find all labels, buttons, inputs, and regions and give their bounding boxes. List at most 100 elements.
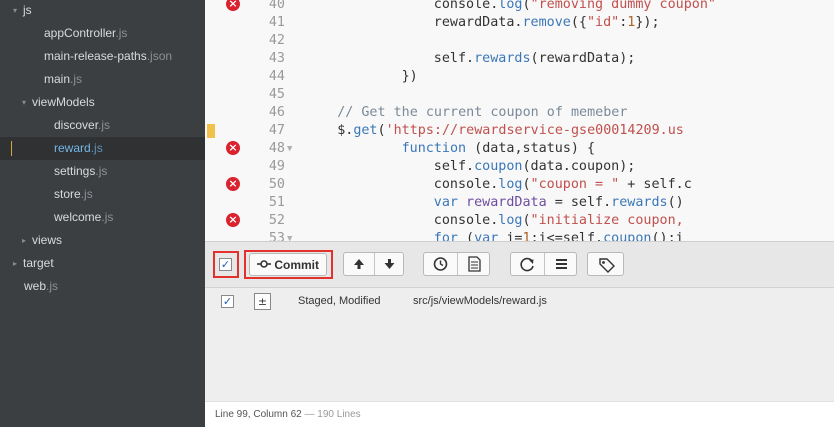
- code-line[interactable]: 41 rewardData.remove({"id":1});: [205, 14, 834, 32]
- code-token: remove: [522, 15, 571, 30]
- sidebar-item[interactable]: ▾ js: [0, 0, 205, 22]
- sidebar-item-label: main.js: [44, 68, 82, 91]
- sidebar-item[interactable]: discover.js: [0, 114, 205, 137]
- sidebar-item-label: viewModels: [32, 91, 95, 114]
- refresh-icon[interactable]: [511, 253, 544, 275]
- code-line[interactable]: × 50 console.log("coupon = " + self.c: [205, 176, 834, 194]
- sidebar-item[interactable]: main-release-paths.json: [0, 45, 205, 68]
- code-token: log: [498, 177, 523, 192]
- code-line[interactable]: 45: [205, 86, 834, 104]
- code-line[interactable]: 42: [205, 32, 834, 50]
- fold-toggle-icon[interactable]: ▼: [287, 140, 292, 158]
- error-icon[interactable]: ×: [226, 0, 240, 11]
- code-text: rewardData.remove({"id":1});: [434, 14, 660, 32]
- error-icon[interactable]: ×: [226, 141, 240, 155]
- code-token: });: [635, 15, 660, 30]
- code-line[interactable]: 53 ▼ for (var i=1;i<=self.coupon();i: [205, 230, 834, 241]
- git-file-row[interactable]: ✓ ± Staged, Modified src/js/viewModels/r…: [205, 288, 834, 315]
- sidebar-item-label: target: [23, 252, 54, 275]
- file-extension: .js: [70, 72, 83, 86]
- code-token: self.: [433, 159, 475, 174]
- file-staged-icon[interactable]: ±: [254, 293, 271, 310]
- sidebar-item-label: appController.js: [44, 22, 127, 45]
- history-group: [423, 252, 490, 276]
- commit-button[interactable]: Commit: [249, 253, 327, 276]
- select-all-checkbox[interactable]: ✓: [219, 258, 232, 271]
- code-line[interactable]: 43 self.rewards(rewardData);: [205, 50, 834, 68]
- sidebar-item[interactable]: settings.js: [0, 160, 205, 183]
- line-number: 50: [268, 177, 285, 192]
- file-extension: .js: [98, 118, 111, 132]
- line-number: 47: [268, 123, 285, 138]
- line-count: 190 Lines: [317, 409, 361, 420]
- line-number: 45: [268, 87, 285, 102]
- sidebar-item[interactable]: reward.js: [0, 137, 205, 160]
- chevron-right-icon[interactable]: ▸: [22, 229, 26, 252]
- line-number: 52: [268, 213, 285, 228]
- sidebar-item[interactable]: store.js: [0, 183, 205, 206]
- sidebar-item[interactable]: ▸ target: [0, 252, 205, 275]
- line-number: 42: [268, 33, 285, 48]
- push-pull-group: [343, 252, 404, 276]
- line-number: 49: [268, 159, 285, 174]
- code-line[interactable]: × 40 console.log("removing dummy coupon": [205, 0, 834, 14]
- fold-toggle-icon[interactable]: ▼: [287, 230, 292, 241]
- error-icon[interactable]: ×: [226, 213, 240, 227]
- sidebar-item[interactable]: web.js: [0, 275, 205, 298]
- file-name: appController: [44, 26, 116, 40]
- status-bar: Line 99, Column 62 — 190 Lines: [205, 401, 834, 428]
- line-number: 40: [268, 0, 285, 12]
- tag-button[interactable]: [587, 252, 624, 276]
- code-token: coupon: [474, 159, 523, 174]
- code-token: rewards: [611, 195, 668, 210]
- code-token: = self.: [546, 195, 612, 210]
- code-editor[interactable]: × 40 console.log("removing dummy coupon" 41…: [205, 0, 834, 241]
- file-name: welcome: [54, 210, 102, 224]
- arrow-down-icon[interactable]: [375, 253, 404, 275]
- line-number: 51: [268, 195, 285, 210]
- file-name: js: [23, 3, 32, 17]
- error-icon[interactable]: ×: [226, 177, 240, 191]
- line-number: 44: [268, 69, 285, 84]
- sidebar-item-label: js: [23, 0, 32, 22]
- git-toolbar: ✓ Commit: [205, 242, 834, 288]
- arrow-up-icon[interactable]: [344, 253, 374, 275]
- file-checkbox[interactable]: ✓: [221, 295, 234, 308]
- chevron-down-icon[interactable]: ▾: [13, 0, 17, 22]
- sidebar-item-label: web.js: [24, 275, 58, 298]
- file-diff-icon[interactable]: [458, 253, 491, 275]
- code-token: "removing dummy coupon": [530, 0, 716, 12]
- file-name: target: [23, 256, 54, 270]
- sidebar-item-label: store.js: [54, 183, 93, 206]
- sidebar-item[interactable]: welcome.js: [0, 206, 205, 229]
- code-token: (rewardData);: [530, 51, 636, 66]
- sidebar-item-label: reward.js: [54, 137, 103, 160]
- sidebar-item-label: discover.js: [54, 114, 110, 137]
- code-line[interactable]: 46 // Get the current coupon of memeber: [205, 104, 834, 122]
- code-token: log: [498, 213, 523, 228]
- code-token: i=: [498, 231, 523, 241]
- sidebar-item-label: welcome.js: [54, 206, 113, 229]
- commit-icon: [256, 254, 271, 276]
- chevron-down-icon[interactable]: ▾: [22, 91, 26, 114]
- line-number: 43: [268, 51, 285, 66]
- code-line[interactable]: 47 $.get('https://rewardservice-gse000142…: [205, 122, 834, 140]
- chevron-right-icon[interactable]: ▸: [13, 252, 17, 275]
- code-line[interactable]: 49 self.coupon(data.coupon);: [205, 158, 834, 176]
- code-token: (: [522, 213, 531, 228]
- sidebar-item[interactable]: ▾ viewModels: [0, 91, 205, 114]
- code-token: rewards: [474, 51, 531, 66]
- sidebar-item[interactable]: ▸ views: [0, 229, 205, 252]
- menu-icon[interactable]: [545, 253, 578, 275]
- code-text: self.rewards(rewardData);: [434, 50, 636, 68]
- sidebar-item-label: views: [32, 229, 62, 252]
- sidebar-item[interactable]: appController.js: [0, 22, 205, 45]
- code-line[interactable]: 44}): [205, 68, 834, 86]
- code-line[interactable]: × 52 console.log("initialize coupon,: [205, 212, 834, 230]
- sidebar-item[interactable]: main.js: [0, 68, 205, 91]
- code-line[interactable]: × 48 ▼ function (data,status) {: [205, 140, 834, 158]
- history-icon[interactable]: [424, 253, 457, 275]
- code-token: (: [522, 177, 531, 192]
- code-line[interactable]: 51 var rewardData = self.rewards(): [205, 194, 834, 212]
